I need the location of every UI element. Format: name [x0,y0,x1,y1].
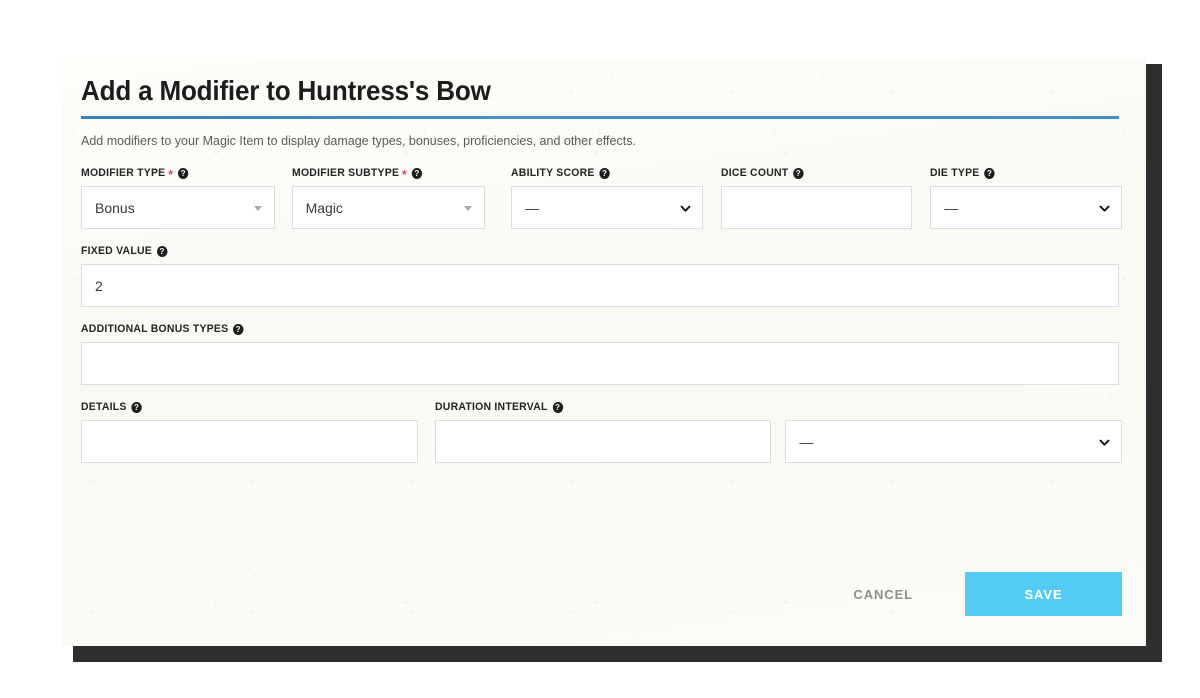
dice-count-input[interactable] [720,186,913,229]
required-asterisk: * [401,166,407,182]
help-icon[interactable]: ? [233,324,244,335]
required-asterisk: * [168,166,174,182]
help-icon[interactable]: ? [599,168,610,179]
label-duration-interval: DURATION INTERVAL ? [435,401,755,414]
field-duration-unit: — [785,401,1123,463]
label-dice-count: DICE COUNT ? [721,167,903,180]
form-row-4: DETAILS ? DURATION INTERVAL ? — [81,401,1123,463]
select-die-type[interactable]: — [930,186,1122,229]
field-fixed-value: FIXED VALUE ? [81,245,1119,307]
cancel-button[interactable]: Cancel [837,577,929,612]
label-modifier-type-text: MODIFIER TYPE [81,167,166,179]
form-row-3: ADDITIONAL BONUS TYPES ? [81,323,1122,385]
label-fixed-value: FIXED VALUE ? [81,245,1067,258]
additional-bonus-types-input[interactable] [81,342,1119,385]
label-additional-bonus-types-text: ADDITIONAL BONUS TYPES [81,323,229,335]
form-row-2: FIXED VALUE ? [81,245,1122,307]
label-ability-score: ABILITY SCORE ? [511,167,693,180]
page-title: Add a Modifier to Huntress's Bow [81,75,491,106]
help-icon[interactable]: ? [984,168,996,179]
label-ability-score-text: ABILITY SCORE [511,167,595,179]
select-modifier-subtype-value[interactable]: Magic [291,186,486,229]
label-modifier-type: MODIFIER TYPE * ? [81,166,265,182]
field-modifier-subtype: MODIFIER SUBTYPE * ? Magic [291,166,486,229]
select-modifier-type[interactable]: Bonus [81,186,275,229]
modal-footer: Cancel Save [81,572,1122,616]
label-details: DETAILS ? [81,401,401,414]
screen: Add a Modifier to Huntress's Bow Add mod… [0,0,1200,698]
duration-interval-input[interactable] [434,420,772,463]
help-icon[interactable]: ? [156,246,168,257]
field-modifier-type: MODIFIER TYPE * ? Bonus [81,167,275,229]
field-additional-bonus-types: ADDITIONAL BONUS TYPES ? [81,323,1119,385]
label-additional-bonus-types: ADDITIONAL BONUS TYPES ? [81,323,1067,336]
select-duration-unit-value[interactable]: — [785,420,1123,463]
select-ability-score[interactable]: — [511,186,703,229]
help-icon[interactable]: ? [552,402,563,413]
select-ability-score-value[interactable]: — [511,186,703,229]
field-die-type: DIE TYPE ? — [930,167,1122,229]
help-icon[interactable]: ? [131,402,142,413]
save-button[interactable]: Save [965,572,1122,616]
fixed-value-input[interactable] [81,264,1119,307]
help-icon[interactable]: ? [178,168,189,179]
field-dice-count: DICE COUNT ? [720,167,913,229]
label-dice-count-text: DICE COUNT [720,167,789,179]
field-duration-interval: DURATION INTERVAL ? [434,401,772,463]
help-icon[interactable]: ? [792,168,804,179]
details-input[interactable] [81,420,418,463]
label-die-type-text: DIE TYPE [930,167,980,179]
label-duration-interval-text: DURATION INTERVAL [434,401,548,413]
label-fixed-value-text: FIXED VALUE [81,245,152,257]
modal-description: Add modifiers to your Magic Item to disp… [81,134,636,148]
select-modifier-type-value[interactable]: Bonus [81,186,275,229]
title-underline-rule [81,116,1119,119]
field-details: DETAILS ? [81,401,418,463]
select-duration-unit[interactable]: — [785,420,1123,463]
form-row-1: MODIFIER TYPE * ? Bonus MODIFIER SUBTYPE… [81,167,1122,229]
label-die-type: DIE TYPE ? [930,167,1112,180]
label-details-text: DETAILS [81,401,127,413]
add-modifier-modal: Add a Modifier to Huntress's Bow Add mod… [62,58,1146,646]
label-modifier-subtype-text: MODIFIER SUBTYPE [291,167,399,179]
select-die-type-value[interactable]: — [930,186,1122,229]
label-modifier-subtype: MODIFIER SUBTYPE * ? [291,166,476,182]
help-icon[interactable]: ? [411,168,422,179]
select-modifier-subtype[interactable]: Magic [291,186,486,229]
field-ability-score: ABILITY SCORE ? — [511,167,703,229]
